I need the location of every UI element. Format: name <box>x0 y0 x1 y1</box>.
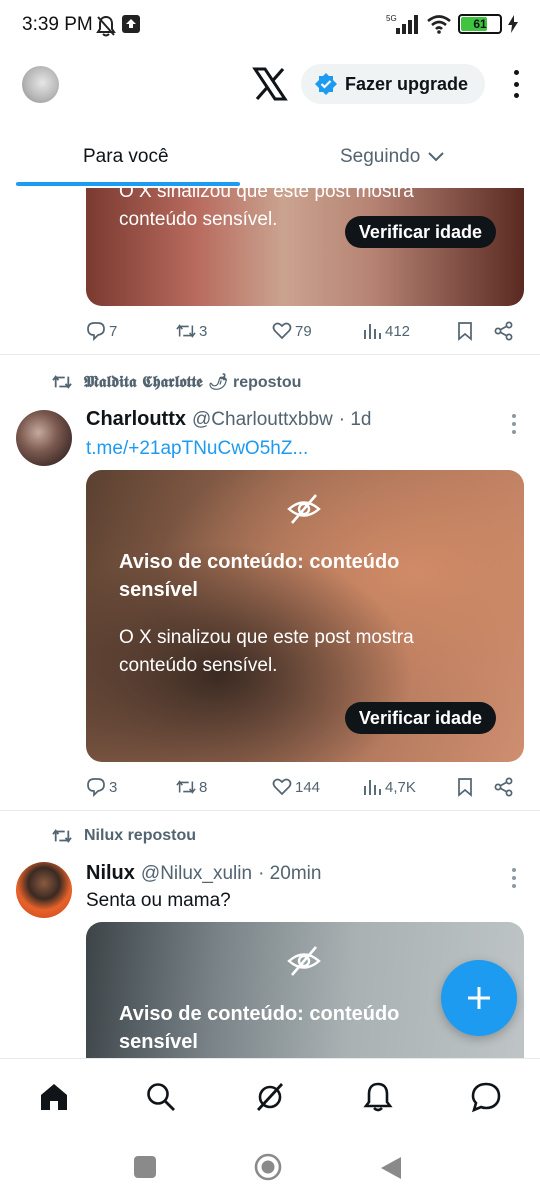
more-options-icon[interactable] <box>512 70 520 98</box>
back-triangle-button[interactable] <box>380 1156 402 1180</box>
timeline-feed[interactable]: O X sinalizou que este post mostra conte… <box>0 188 540 1058</box>
like-button[interactable]: 79 <box>272 321 312 341</box>
eye-off-icon <box>287 946 321 976</box>
media-warning-text: O X sinalizou que este post mostra conte… <box>119 627 414 676</box>
post-divider <box>0 810 540 811</box>
reply-button[interactable]: 7 <box>86 321 117 341</box>
reply-count: 7 <box>109 322 118 340</box>
verified-badge-icon <box>315 73 337 95</box>
post-header: Charlouttx @Charlouttxbbw · 1d <box>86 408 372 431</box>
author-avatar[interactable] <box>16 862 72 918</box>
status-time: 3:39 PM <box>22 14 93 35</box>
repost-attribution[interactable]: Nilux repostou <box>52 827 196 845</box>
reposter-name: 𝕸𝖆𝖑𝖉𝖎𝖙𝖆 𝕮𝖍𝖆𝖗𝖑𝖔𝖙𝖙𝖊 🌶 <box>84 372 229 391</box>
views-chart-icon <box>364 780 381 795</box>
messages-icon[interactable] <box>470 1081 502 1113</box>
upgrade-label: Fazer upgrade <box>345 73 469 94</box>
repost-count: 8 <box>199 778 208 796</box>
views-count: 4,7K <box>385 778 416 796</box>
post-header: Nilux @Nilux_xulin · 20min <box>86 862 321 885</box>
repost-icon <box>176 324 196 338</box>
repost-button[interactable]: 8 <box>176 777 207 797</box>
tab-active-indicator <box>16 182 240 186</box>
post-text: Senta ou mama? <box>86 890 231 911</box>
like-button[interactable]: 144 <box>272 777 320 797</box>
reply-button[interactable]: 3 <box>86 777 117 797</box>
svg-text:5G: 5G <box>386 14 397 23</box>
bottom-navigation <box>0 1058 540 1134</box>
tab-following[interactable]: Seguindo <box>340 146 445 168</box>
recent-apps-button[interactable] <box>134 1156 156 1178</box>
post-more-icon[interactable] <box>512 868 516 888</box>
reply-icon <box>87 322 105 341</box>
upload-notification-icon <box>122 15 140 33</box>
plus-icon <box>468 987 490 1009</box>
timeline-tabs: Para você Seguindo <box>0 128 540 188</box>
media-warning-title: Aviso de conteúdo: conteúdo sensível <box>119 1003 400 1053</box>
reply-icon <box>87 778 105 797</box>
sensitive-media-card[interactable]: O X sinalizou que este post mostra conte… <box>86 188 524 306</box>
chevron-down-icon <box>428 152 445 162</box>
verify-age-button[interactable]: Verificar idade <box>344 216 496 248</box>
tab-following-label: Seguindo <box>340 146 421 167</box>
home-icon[interactable] <box>38 1081 70 1113</box>
views-count: 412 <box>385 322 411 340</box>
author-name[interactable]: Charlouttx <box>86 408 186 431</box>
author-handle: @Nilux_xulin <box>140 863 253 884</box>
repost-attribution[interactable]: 𝕸𝖆𝖑𝖉𝖎𝖙𝖆 𝕮𝖍𝖆𝖗𝖑𝖔𝖙𝖙𝖊 🌶 repostou <box>52 372 301 392</box>
bookmark-icon[interactable] <box>455 321 475 341</box>
charging-icon <box>508 15 518 33</box>
post-time: · 1d <box>338 409 372 430</box>
author-name[interactable]: Nilux <box>86 862 135 885</box>
profile-avatar[interactable] <box>22 66 59 103</box>
home-circle-button[interactable] <box>254 1153 282 1181</box>
post-link[interactable]: t.me/+21apTNuCwO5hZ... <box>86 438 308 460</box>
search-icon[interactable] <box>145 1081 177 1113</box>
heart-icon <box>272 778 292 796</box>
author-handle: @Charlouttxbbw <box>192 409 333 430</box>
repost-icon <box>52 829 72 843</box>
grok-icon[interactable] <box>254 1081 286 1113</box>
like-count: 79 <box>295 322 312 340</box>
post-actions: 7 3 79 412 <box>86 316 526 346</box>
battery-level: 61 <box>473 17 487 31</box>
share-icon[interactable] <box>494 321 514 341</box>
post-more-icon[interactable] <box>512 414 516 434</box>
heart-icon <box>272 322 292 340</box>
like-count: 144 <box>295 778 321 796</box>
x-logo-icon <box>252 67 288 101</box>
status-right: 5G 61 <box>386 13 518 35</box>
views-button[interactable]: 412 <box>362 321 410 341</box>
status-bar: 3:39 PM 5G 61 <box>0 0 540 54</box>
views-button[interactable]: 4,7K <box>362 777 416 797</box>
system-navigation-bar <box>0 1134 540 1200</box>
signal-icon: 5G <box>386 14 418 34</box>
wifi-icon <box>427 15 451 34</box>
notifications-bell-icon[interactable] <box>362 1081 394 1113</box>
author-avatar[interactable] <box>16 410 72 466</box>
media-warning-title: Aviso de conteúdo: conteúdo sensível <box>119 551 400 601</box>
reposter-name: Nilux repostou <box>84 827 197 844</box>
post-divider <box>0 354 540 355</box>
bell-muted-icon <box>96 15 116 37</box>
post-time: · 20min <box>258 863 322 884</box>
eye-off-icon <box>287 494 321 524</box>
share-icon[interactable] <box>494 777 514 797</box>
tab-for-you[interactable]: Para você <box>83 146 169 168</box>
bookmark-icon[interactable] <box>455 777 475 797</box>
verify-age-button[interactable]: Verificar idade <box>344 702 496 734</box>
repost-icon <box>176 780 196 794</box>
repost-button[interactable]: 3 <box>176 321 207 341</box>
top-header: Fazer upgrade <box>0 54 540 118</box>
views-chart-icon <box>364 324 381 339</box>
battery-icon: 61 <box>458 14 502 34</box>
reposted-label: repostou <box>232 374 302 391</box>
reply-count: 3 <box>109 778 118 796</box>
upgrade-button[interactable]: Fazer upgrade <box>301 64 485 104</box>
post-actions: 3 8 144 4,7K <box>86 772 526 802</box>
compose-post-button[interactable] <box>441 960 517 1036</box>
repost-count: 3 <box>199 322 208 340</box>
sensitive-media-card[interactable]: Aviso de conteúdo: conteúdo sensível O X… <box>86 470 524 762</box>
repost-icon <box>52 375 72 389</box>
